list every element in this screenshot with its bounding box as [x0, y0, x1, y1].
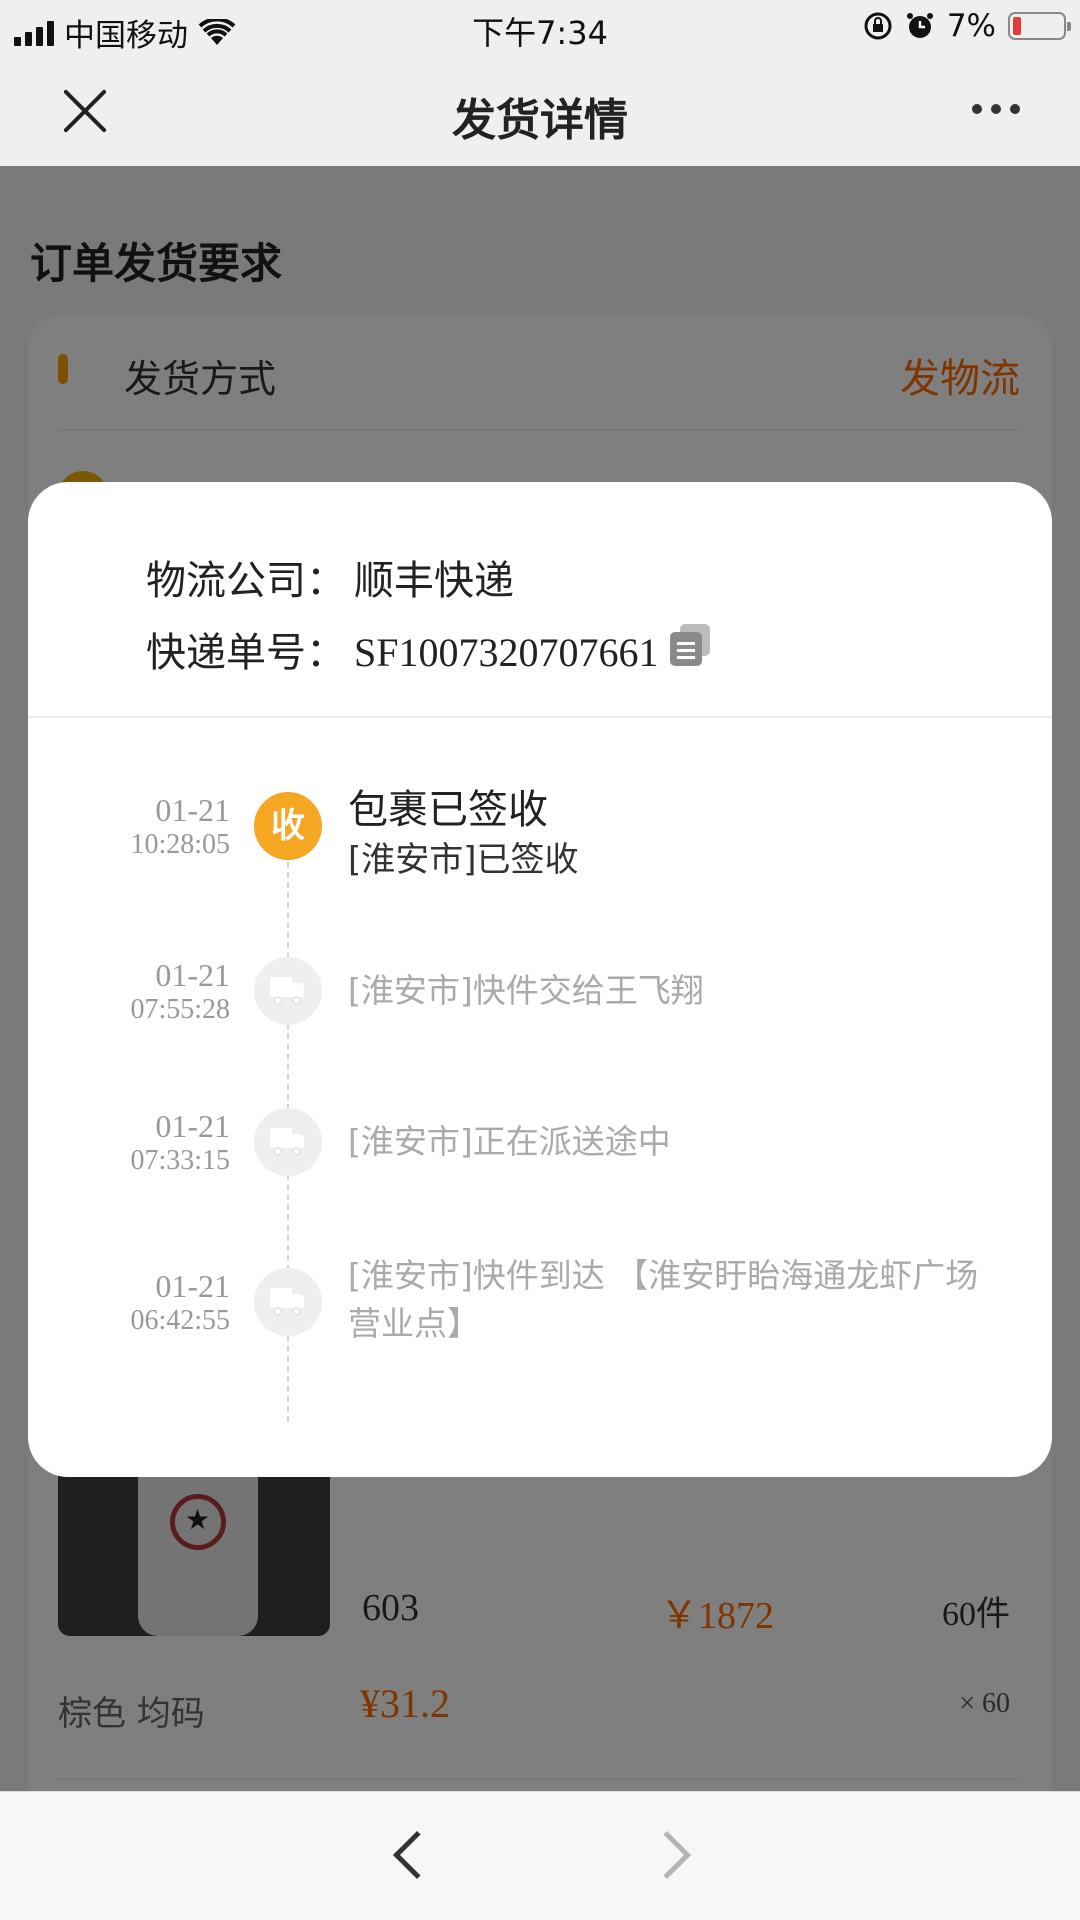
screen: { "status_bar": {"carrier": "中国移动", "tim…	[0, 0, 1080, 1920]
nav-bar: 发货详情	[0, 54, 1080, 166]
event-datetime: 01-21 06:42:55	[130, 1268, 230, 1338]
back-arrow-icon[interactable]	[392, 1830, 442, 1880]
event-desc: [淮安市]快件到达 【淮安盱眙海通龙虾广场营业点】	[348, 1256, 979, 1343]
event-time: 06:42:55	[130, 1305, 230, 1336]
truck-icon	[254, 1268, 322, 1336]
truck-icon	[254, 1108, 322, 1176]
event-desc: [淮安市]快件交给王飞翔	[348, 971, 704, 1010]
event-time: 10:28:05	[130, 829, 230, 860]
tracking-number[interactable]: SF1007320707661	[354, 629, 659, 676]
battery-percent: 7%	[946, 8, 996, 44]
event-date: 01-21	[155, 957, 230, 993]
event-desc: [淮安市]正在派送途中	[348, 1122, 671, 1161]
status-right: 7%	[863, 8, 1071, 44]
status-bar: 中国移动 下午7:34 7%	[0, 0, 1080, 54]
copy-icon[interactable]	[670, 624, 710, 666]
alarm-icon	[906, 13, 933, 38]
truck-icon	[254, 957, 322, 1025]
received-badge: 收	[254, 792, 322, 860]
event-title: 包裹已签收	[348, 787, 548, 833]
bottom-toolbar	[0, 1791, 1080, 1920]
company-label: 物流公司：	[146, 558, 346, 604]
tracking-timeline: 01-21 10:28:05 收 包裹已签收 [淮安市]已签收 01-21 07…	[28, 718, 1052, 1477]
event-datetime: 01-21 10:28:05	[130, 792, 230, 862]
event-datetime: 01-21 07:55:28	[130, 957, 230, 1027]
more-options-icon[interactable]	[972, 104, 1020, 114]
event-date: 01-21	[155, 1108, 230, 1144]
tracking-label: 快递单号：	[146, 630, 346, 676]
event-time: 07:33:15	[130, 1145, 230, 1176]
battery-icon	[1008, 12, 1071, 40]
event-content: 包裹已签收 [淮安市]已签收	[348, 784, 988, 884]
company-row: 物流公司： 顺丰快递	[146, 548, 514, 606]
tracking-row: 快递单号： SF1007320707661	[146, 620, 659, 678]
logistics-header: 物流公司： 顺丰快递 快递单号： SF1007320707661	[28, 482, 1052, 718]
page-title: 发货详情	[452, 95, 628, 146]
event-time: 07:55:28	[130, 994, 230, 1025]
event-datetime: 01-21 07:33:15	[130, 1108, 230, 1178]
rotation-lock-icon	[864, 12, 892, 40]
company-value: 顺丰快递	[354, 558, 514, 604]
event-date: 01-21	[155, 792, 230, 828]
logistics-modal: 物流公司： 顺丰快递 快递单号： SF1007320707661 01-21 10:…	[28, 482, 1052, 1477]
forward-arrow-icon[interactable]	[642, 1830, 692, 1880]
event-desc: [淮安市]已签收	[348, 840, 579, 880]
event-date: 01-21	[155, 1268, 230, 1304]
battery-level	[1013, 17, 1021, 35]
